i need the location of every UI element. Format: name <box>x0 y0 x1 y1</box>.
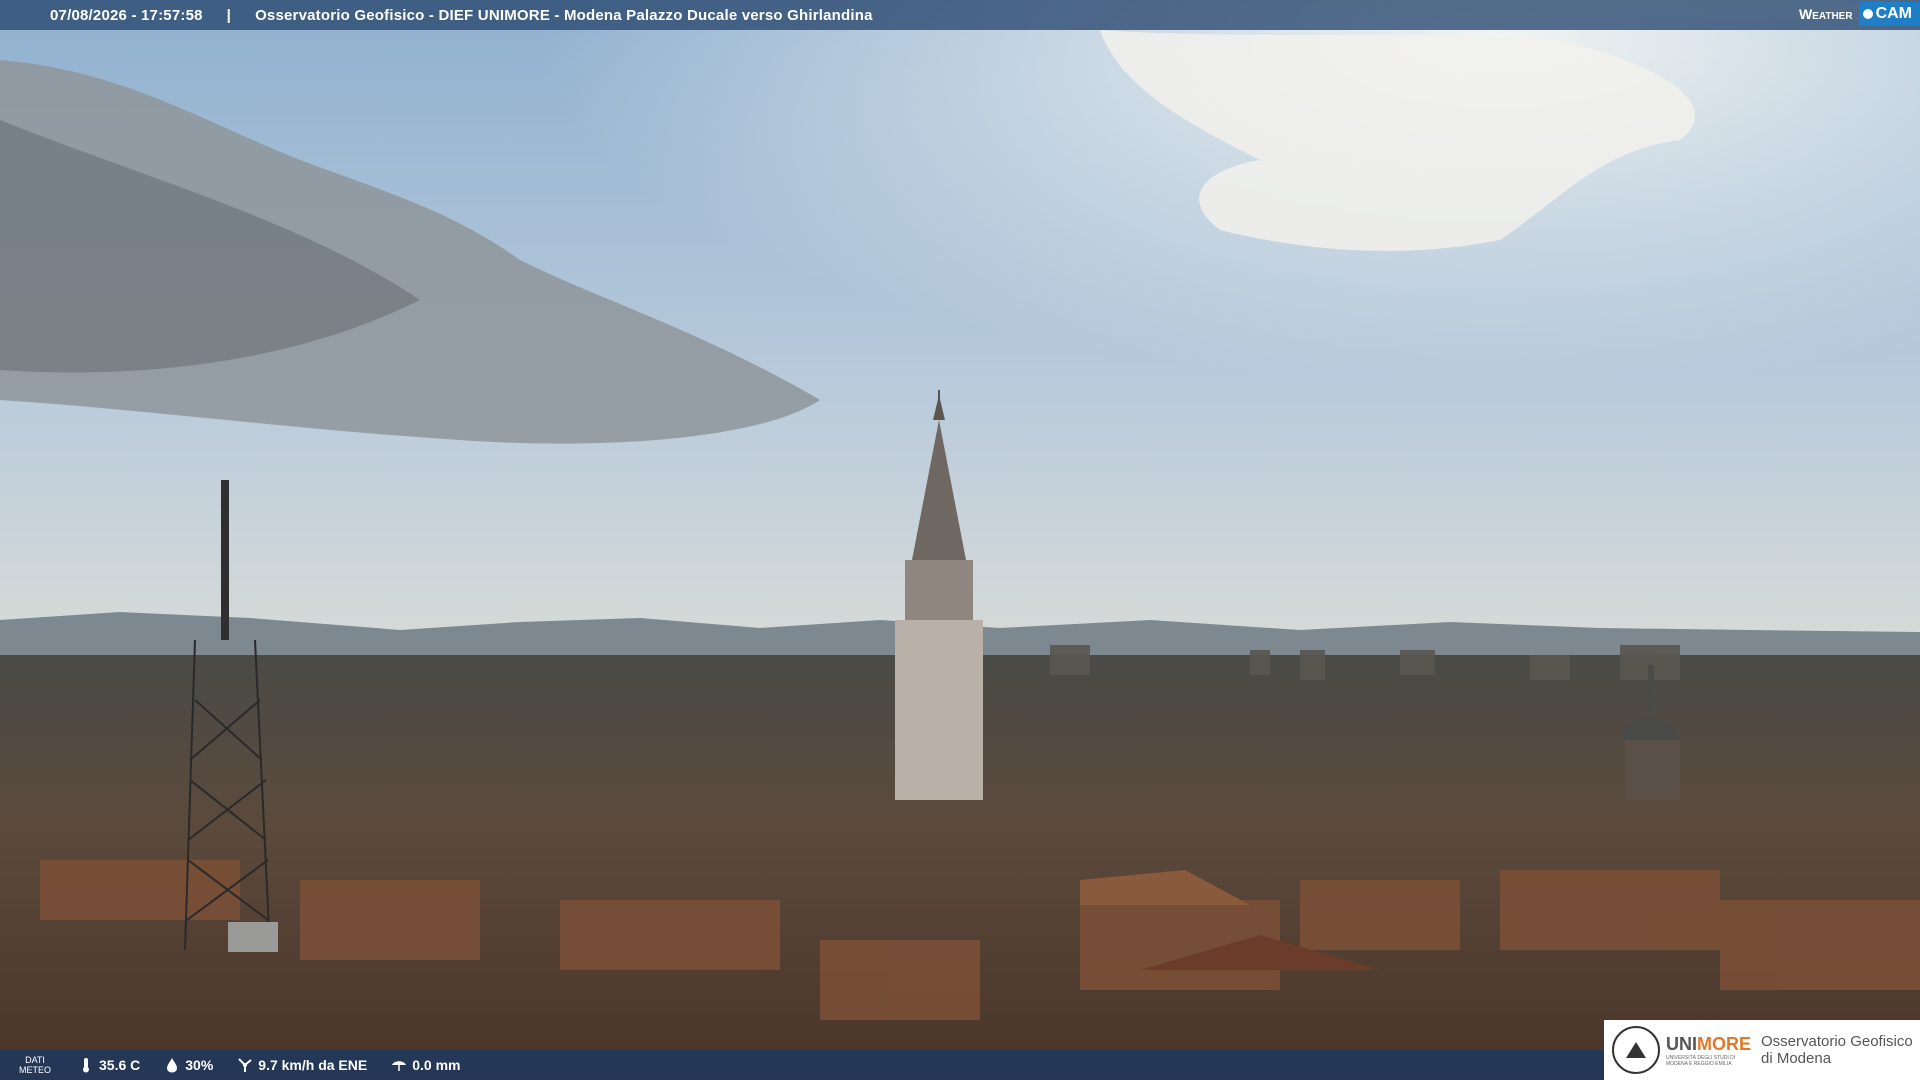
wind-value: 9.7 km/h da ENE <box>258 1057 368 1073</box>
caption-bar: 07/08/2026 - 17:57:58 | Osservatorio Geo… <box>0 0 1920 30</box>
unimore-logo: UNIMORE UNIVERSITÀ DEGLI STUDI DI MODENA… <box>1604 1020 1920 1080</box>
camera-title: Osservatorio Geofisico - DIEF UNIMORE - … <box>255 6 873 24</box>
webcam-image <box>0 0 1920 1080</box>
thermometer-icon <box>83 1058 89 1073</box>
observatory-name: Osservatorio Geofisico di Modena <box>1761 1033 1913 1067</box>
wind-reading: 9.7 km/h da ENE <box>237 1057 367 1073</box>
temperature-reading: 35.6 C <box>78 1057 140 1073</box>
humidity-drop-icon <box>167 1058 178 1073</box>
weathercam-logo-text: Weather <box>1798 6 1853 22</box>
university-seal-icon <box>1612 1026 1660 1074</box>
humidity-reading: 30% <box>164 1057 213 1073</box>
humidity-value: 30% <box>185 1057 214 1073</box>
weathercam-logo-cam: CAM <box>1858 2 1920 26</box>
weathercam-logo: Weather CAM <box>1793 0 1920 28</box>
weather-data-label: DATI METEO <box>18 1055 51 1075</box>
wind-icon <box>238 1058 252 1072</box>
rain-value: 0.0 mm <box>412 1057 461 1073</box>
rain-icon <box>392 1061 407 1071</box>
separator: | <box>226 6 232 24</box>
temperature-value: 35.6 C <box>99 1057 141 1073</box>
datetime: 07/08/2026 - 17:57:58 <box>50 6 203 24</box>
unimore-wordmark: UNIMORE UNIVERSITÀ DEGLI STUDI DI MODENA… <box>1666 1033 1751 1067</box>
rain-reading: 0.0 mm <box>391 1057 460 1073</box>
camera-lens-icon <box>1862 9 1873 19</box>
